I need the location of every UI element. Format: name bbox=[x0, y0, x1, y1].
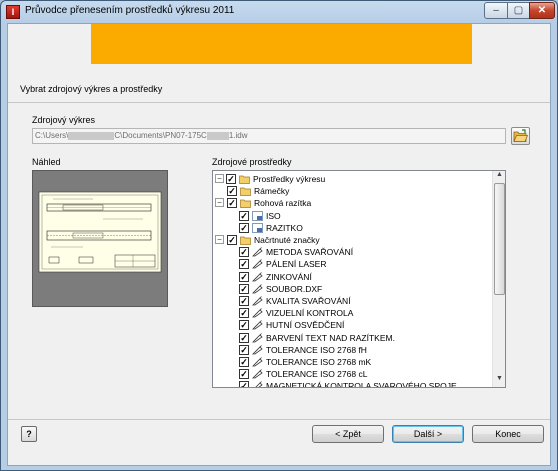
close-button[interactable]: ✕ bbox=[529, 2, 555, 19]
sketched-symbol-icon bbox=[252, 247, 263, 257]
tree-node-label: MAGNETICKÁ KONTROLA SVAROVÉHO SPOJE bbox=[266, 381, 457, 388]
resource-checkbox[interactable]: ✓ bbox=[227, 235, 237, 245]
resources-tree[interactable]: − ✓ Prostředky výkresu ✓ Rámečky − ✓ Rohová … bbox=[212, 170, 506, 388]
tree-node-label: VIZUELNÍ KONTROLA bbox=[266, 308, 354, 319]
sketched-symbol-icon bbox=[252, 308, 263, 318]
resource-checkbox[interactable]: ✓ bbox=[239, 357, 249, 367]
folder-icon bbox=[239, 174, 250, 184]
source-drawing-label: Zdrojový výkres bbox=[32, 115, 96, 125]
wizard-window: I Průvodce přenesením prostředků výkresu… bbox=[0, 0, 558, 471]
minimize-button[interactable]: – bbox=[484, 2, 508, 19]
tree-node-label: HUTNÍ OSVĚDČENÍ bbox=[266, 320, 345, 331]
resource-checkbox[interactable]: ✓ bbox=[239, 320, 249, 331]
tree-vertical-scrollbar[interactable]: ▲ ▼ bbox=[492, 171, 505, 387]
tree-node-label: ZINKOVÁNÍ bbox=[266, 271, 312, 282]
tree-node-label: TOLERANCE ISO 2768 fH bbox=[266, 344, 367, 355]
tree-node-label: SOUBOR.DXF bbox=[266, 283, 323, 294]
footer-separator bbox=[8, 419, 550, 420]
scroll-up-arrow[interactable]: ▲ bbox=[494, 171, 505, 182]
drawing-preview bbox=[32, 170, 168, 307]
tree-node-label: PÁLENÍ LASER bbox=[266, 259, 327, 270]
step-title: Vybrat zdrojový výkres a prostředky bbox=[20, 84, 163, 94]
maximize-button[interactable]: ▢ bbox=[507, 2, 530, 19]
folder-icon bbox=[240, 235, 251, 245]
tree-node-label: RAZITKO bbox=[266, 222, 303, 233]
sketched-symbol-icon bbox=[252, 357, 263, 367]
resource-checkbox[interactable]: ✓ bbox=[239, 271, 249, 282]
resource-checkbox[interactable]: ✓ bbox=[239, 369, 249, 380]
source-drawing-path-field[interactable]: C:\Users\ C\Documents\PN07-175C 1.idw bbox=[32, 128, 506, 144]
sketched-symbol-icon bbox=[252, 381, 263, 387]
resource-checkbox[interactable]: ✓ bbox=[239, 381, 249, 387]
finish-button[interactable]: Konec bbox=[472, 425, 544, 443]
path-middle: C\Documents\PN07-175C bbox=[114, 131, 207, 140]
resource-checkbox[interactable]: ✓ bbox=[239, 308, 249, 319]
redacted-segment bbox=[68, 131, 115, 140]
tree-node-label: KVALITA SVAŘOVÁNÍ bbox=[266, 296, 351, 306]
scroll-down-arrow[interactable]: ▼ bbox=[494, 375, 505, 386]
drawing-thumbnail bbox=[38, 191, 162, 273]
resource-checkbox[interactable]: ✓ bbox=[239, 259, 249, 270]
titleblock-icon bbox=[252, 210, 263, 221]
tree-node-label: ISO bbox=[266, 210, 281, 221]
source-resources-label: Zdrojové prostředky bbox=[212, 157, 292, 167]
sketched-symbol-icon bbox=[252, 284, 263, 294]
title-bar[interactable]: I Průvodce přenesením prostředků výkresu… bbox=[1, 1, 557, 23]
wizard-client-area: Vybrat zdrojový výkres a prostředky Zdro… bbox=[7, 23, 551, 466]
preview-label: Náhled bbox=[32, 157, 61, 167]
resource-checkbox[interactable]: ✓ bbox=[239, 247, 249, 258]
sketched-symbol-icon bbox=[252, 271, 263, 282]
collapse-toggle[interactable]: − bbox=[215, 235, 224, 244]
tree-node-label: TOLERANCE ISO 2768 mK bbox=[266, 357, 372, 367]
sketched-symbol-icon bbox=[252, 259, 263, 269]
collapse-toggle[interactable]: − bbox=[215, 174, 224, 183]
tree-node-label: TOLERANCE ISO 2768 cL bbox=[266, 369, 368, 380]
resource-checkbox[interactable]: ✓ bbox=[239, 332, 249, 343]
tree-node-label: Prostředky výkresu bbox=[253, 174, 326, 184]
resource-checkbox[interactable]: ✓ bbox=[239, 296, 249, 306]
resource-checkbox[interactable]: ✓ bbox=[239, 344, 249, 355]
next-button[interactable]: Další > bbox=[392, 425, 464, 443]
tree-node-label: Rohová razítka bbox=[254, 198, 312, 209]
collapse-toggle[interactable]: − bbox=[215, 198, 224, 208]
open-folder-icon bbox=[513, 129, 529, 142]
back-button[interactable]: < Zpět bbox=[312, 425, 384, 443]
tree-node-label: METODA SVAŘOVÁNÍ bbox=[266, 247, 354, 258]
inventor-app-icon: I bbox=[6, 5, 20, 19]
tree-node-label: BARVENÍ TEXT NAD RAZÍTKEM. bbox=[266, 332, 395, 343]
sketched-symbol-icon bbox=[252, 345, 263, 355]
titleblock-icon bbox=[252, 222, 263, 233]
resource-checkbox[interactable]: ✓ bbox=[227, 186, 237, 197]
tree-node-label: Rámečky bbox=[254, 186, 290, 197]
scroll-thumb[interactable] bbox=[494, 183, 505, 295]
root-checkbox[interactable]: ✓ bbox=[226, 174, 236, 184]
resource-checkbox[interactable]: ✓ bbox=[239, 283, 249, 294]
resource-checkbox[interactable]: ✓ bbox=[239, 222, 249, 233]
browse-button[interactable] bbox=[511, 127, 530, 145]
path-prefix: C:\Users\ bbox=[35, 131, 69, 140]
sketched-symbol-icon bbox=[252, 320, 263, 330]
resource-checkbox[interactable]: ✓ bbox=[239, 210, 249, 221]
help-button[interactable]: ? bbox=[21, 426, 37, 442]
sketched-symbol-icon bbox=[252, 332, 263, 343]
sketched-symbol-icon bbox=[252, 369, 263, 379]
folder-icon bbox=[240, 198, 251, 209]
header-separator bbox=[8, 102, 550, 103]
resource-checkbox[interactable]: ✓ bbox=[227, 198, 237, 209]
folder-icon bbox=[240, 186, 251, 197]
tree-node-label: Načrtnuté značky bbox=[254, 235, 320, 245]
sketched-symbol-icon bbox=[252, 296, 263, 306]
redacted-segment bbox=[206, 131, 229, 140]
path-suffix: 1.idw bbox=[228, 131, 248, 140]
window-title: Průvodce přenesením prostředků výkresu 2… bbox=[25, 5, 235, 16]
header-banner bbox=[91, 24, 472, 64]
